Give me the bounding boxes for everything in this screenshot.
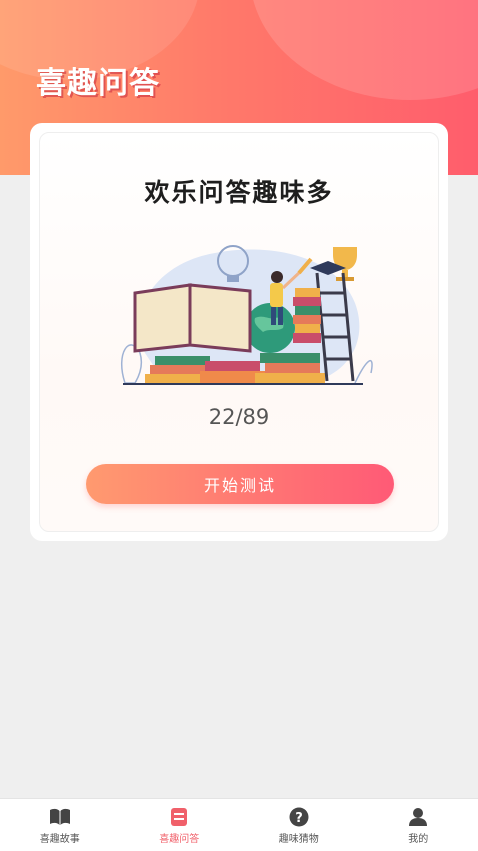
trophy-icon — [333, 247, 357, 281]
tab-label: 喜趣问答 — [159, 830, 199, 845]
tab-label: 喜趣故事 — [40, 830, 80, 845]
svg-text:?: ? — [295, 811, 303, 826]
tab-quiz[interactable]: 喜趣问答 — [120, 799, 240, 851]
start-quiz-button[interactable]: 开始测试 — [86, 464, 394, 504]
bottom-tab-bar: 喜趣故事 喜趣问答 ? 趣味猜物 我的 — [0, 798, 478, 851]
tab-mine[interactable]: 我的 — [359, 799, 478, 851]
question-icon: ? — [288, 807, 310, 827]
tab-guess[interactable]: ? 趣味猜物 — [239, 799, 359, 851]
open-book-icon — [135, 285, 250, 351]
page-title: 喜趣问答 — [36, 58, 160, 102]
person-icon — [407, 807, 429, 827]
quiz-card: 欢乐问答趣味多 — [30, 123, 448, 541]
tab-stories[interactable]: 喜趣故事 — [0, 799, 120, 851]
quiz-progress: 22/89 — [40, 405, 438, 429]
books-reading-illustration — [105, 233, 375, 393]
quiz-card-icon — [168, 807, 190, 827]
quiz-card-inner: 欢乐问答趣味多 — [39, 132, 439, 532]
quiz-heading: 欢乐问答趣味多 — [40, 173, 438, 209]
book-icon — [49, 807, 71, 827]
tab-label: 我的 — [408, 830, 428, 845]
tab-label: 趣味猜物 — [279, 830, 319, 845]
